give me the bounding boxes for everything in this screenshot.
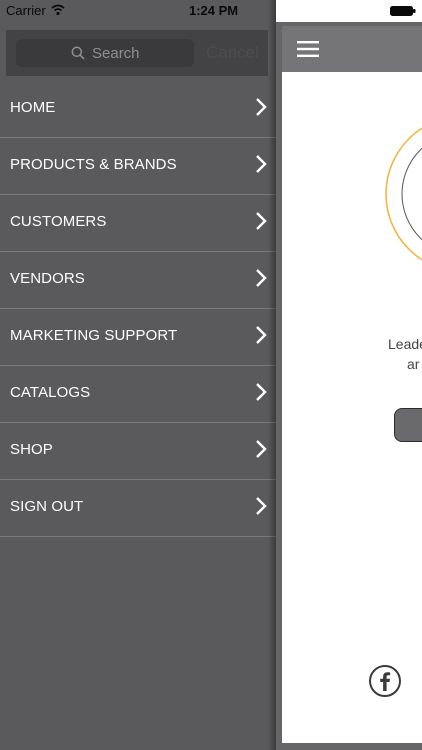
battery-icon [390, 6, 416, 16]
wifi-icon [51, 4, 65, 16]
nav-bar [282, 26, 422, 72]
chevron-right-icon [256, 212, 267, 230]
cancel-button[interactable]: Cancel [206, 43, 259, 63]
menu-item-label: CUSTOMERS [10, 213, 107, 230]
main-panel[interactable]: Leade ar [276, 0, 422, 750]
search-input[interactable]: Search [16, 39, 194, 67]
facebook-icon[interactable] [368, 664, 402, 698]
search-bar: Search Cancel [6, 30, 268, 76]
main-status-bar [276, 0, 422, 22]
menu-item-label: PRODUCTS & BRANDS [10, 156, 177, 173]
menu-item-marketing-support[interactable]: MARKETING SUPPORT [0, 309, 276, 366]
menu-item-sign-out[interactable]: SIGN OUT [0, 480, 276, 537]
menu-item-customers[interactable]: CUSTOMERS [0, 195, 276, 252]
side-menu: HOME PRODUCTS & BRANDS CUSTOMERS VENDORS… [0, 81, 276, 537]
chevron-right-icon [256, 98, 267, 116]
drawer-shadow [268, 0, 276, 750]
clock: 1:24 PM [189, 3, 239, 18]
status-bar: Carrier 1:24 PM [0, 0, 276, 22]
menu-item-catalogs[interactable]: CATALOGS [0, 366, 276, 423]
hamburger-icon[interactable] [297, 41, 319, 57]
chevron-right-icon [256, 497, 267, 515]
chevron-right-icon [256, 383, 267, 401]
tagline-line1: Leade [388, 336, 422, 352]
menu-item-vendors[interactable]: VENDORS [0, 252, 276, 309]
tagline-line2: ar [407, 356, 420, 372]
search-placeholder: Search [92, 45, 140, 62]
chevron-right-icon [256, 269, 267, 287]
tagline: Leade ar [388, 334, 422, 374]
main-content: Leade ar [282, 72, 422, 743]
action-button[interactable] [394, 408, 422, 442]
carrier-label: Carrier [6, 3, 46, 18]
menu-item-label: VENDORS [10, 270, 85, 287]
menu-item-label: SHOP [10, 441, 53, 458]
menu-item-home[interactable]: HOME [0, 81, 276, 138]
chevron-right-icon [256, 326, 267, 344]
menu-item-label: HOME [10, 99, 56, 116]
menu-item-products-brands[interactable]: PRODUCTS & BRANDS [0, 138, 276, 195]
menu-item-label: CATALOGS [10, 384, 91, 401]
menu-item-shop[interactable]: SHOP [0, 423, 276, 480]
menu-item-label: SIGN OUT [10, 498, 84, 515]
chevron-right-icon [256, 155, 267, 173]
logo-rings [385, 127, 422, 261]
search-icon [71, 46, 85, 60]
chevron-right-icon [256, 440, 267, 458]
menu-item-label: MARKETING SUPPORT [10, 327, 178, 344]
